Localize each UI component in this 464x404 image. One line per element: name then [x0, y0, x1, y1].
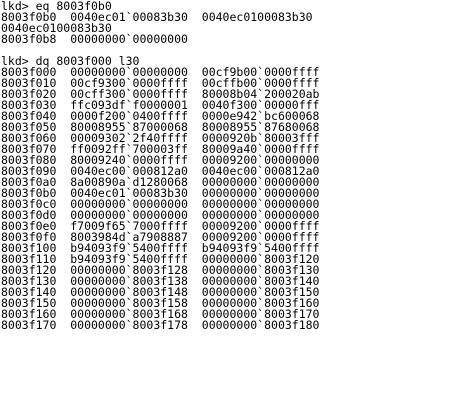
kernel-debugger-console[interactable]: lkd> eq 8003f0b0 8003f0b0 0040ec01`00083…	[0, 0, 464, 404]
output-line: 8003f0b8 00000000`00000000	[1, 32, 188, 46]
memory-row: 8003f170 00000000`8003f178 00000000`8003…	[1, 318, 320, 332]
memory-dump: 8003f000 00000000`00000000 00cf9b00`0000…	[1, 66, 464, 332]
